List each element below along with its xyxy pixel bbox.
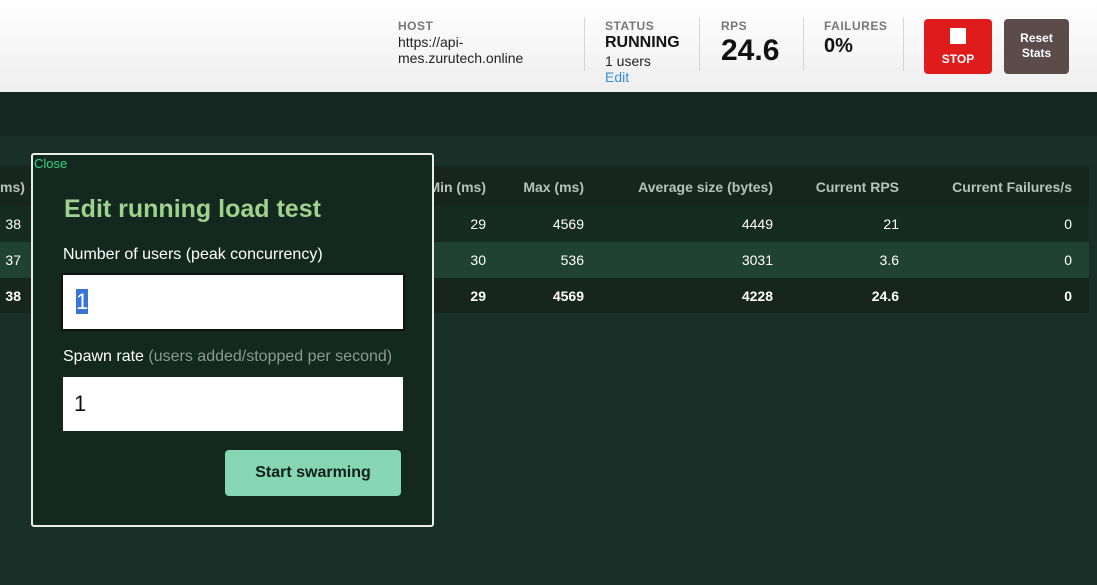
spawn-rate-input[interactable]: 1 — [63, 377, 403, 431]
reset-stats-button[interactable]: Reset Stats — [1004, 19, 1069, 74]
stop-button[interactable]: STOP — [924, 19, 992, 74]
table-cell: 0 — [1064, 252, 1072, 268]
table-cell: 0 — [1064, 216, 1072, 232]
rps-value: 24.6 — [721, 34, 780, 67]
tab-strip — [0, 92, 1097, 136]
users-input-value: 1 — [76, 289, 89, 314]
table-cell: 37 — [5, 252, 21, 268]
edit-link[interactable]: Edit — [605, 69, 680, 85]
spawn-rate-label-text: Spawn rate — [63, 348, 144, 365]
users-count: 1 users — [605, 53, 651, 69]
spawn-rate-hint: (users added/stopped per second) — [148, 348, 393, 365]
rps-label: RPS — [721, 19, 748, 33]
failures-value: 0% — [824, 35, 853, 57]
top-header: HOST https://api-mes.zurutech.online STA… — [0, 0, 1097, 92]
users-field-label: Number of users (peak concurrency) — [63, 246, 323, 263]
status-block: STATUS RUNNING 1 users Edit — [605, 19, 680, 85]
stop-label: STOP — [941, 52, 975, 66]
column-header[interactable]: Max (ms) — [500, 179, 584, 195]
table-cell: 38 — [5, 288, 21, 304]
column-header[interactable]: Average size (bytes) — [600, 179, 773, 195]
header-divider — [584, 18, 585, 71]
edit-load-test-modal: Close Edit running load test Number of u… — [31, 153, 434, 527]
table-cell: 536 — [560, 252, 584, 268]
header-divider — [699, 18, 700, 71]
host-value: https://api-mes.zurutech.online — [398, 34, 524, 66]
reset-stats-label: Reset Stats — [1020, 31, 1053, 60]
stop-square-icon — [950, 28, 966, 44]
table-cell: 3.6 — [879, 252, 899, 268]
column-header[interactable]: Current Failures/s — [920, 179, 1072, 195]
status-value: RUNNING — [605, 34, 680, 51]
column-header[interactable]: ms) — [0, 179, 25, 195]
host-block: HOST https://api-mes.zurutech.online — [398, 19, 538, 66]
modal-title: Edit running load test — [64, 195, 321, 223]
start-swarming-button[interactable]: Start swarming — [225, 450, 401, 496]
spawn-rate-input-value: 1 — [74, 391, 87, 416]
table-cell: 4228 — [741, 288, 773, 304]
users-input[interactable]: 1 — [61, 273, 405, 331]
header-divider — [903, 18, 904, 71]
status-label: STATUS — [605, 19, 655, 33]
column-header[interactable]: Current RPS — [790, 179, 899, 195]
header-divider — [803, 18, 804, 71]
rps-block: RPS 24.6 — [721, 19, 779, 68]
table-cell: 24.6 — [871, 288, 899, 304]
table-cell: 4569 — [552, 216, 584, 232]
spawn-rate-label: Spawn rate (users added/stopped per seco… — [63, 348, 392, 366]
failures-label: FAILURES — [824, 19, 888, 33]
table-cell: 21 — [883, 216, 899, 232]
table-cell: 4449 — [741, 216, 773, 232]
table-cell: 38 — [5, 216, 21, 232]
failures-block: FAILURES 0% — [824, 19, 887, 58]
close-link[interactable]: Close — [34, 156, 67, 171]
host-label: HOST — [398, 19, 434, 33]
table-cell: 4569 — [552, 288, 584, 304]
table-cell: 3031 — [741, 252, 773, 268]
table-cell: 0 — [1064, 288, 1072, 304]
